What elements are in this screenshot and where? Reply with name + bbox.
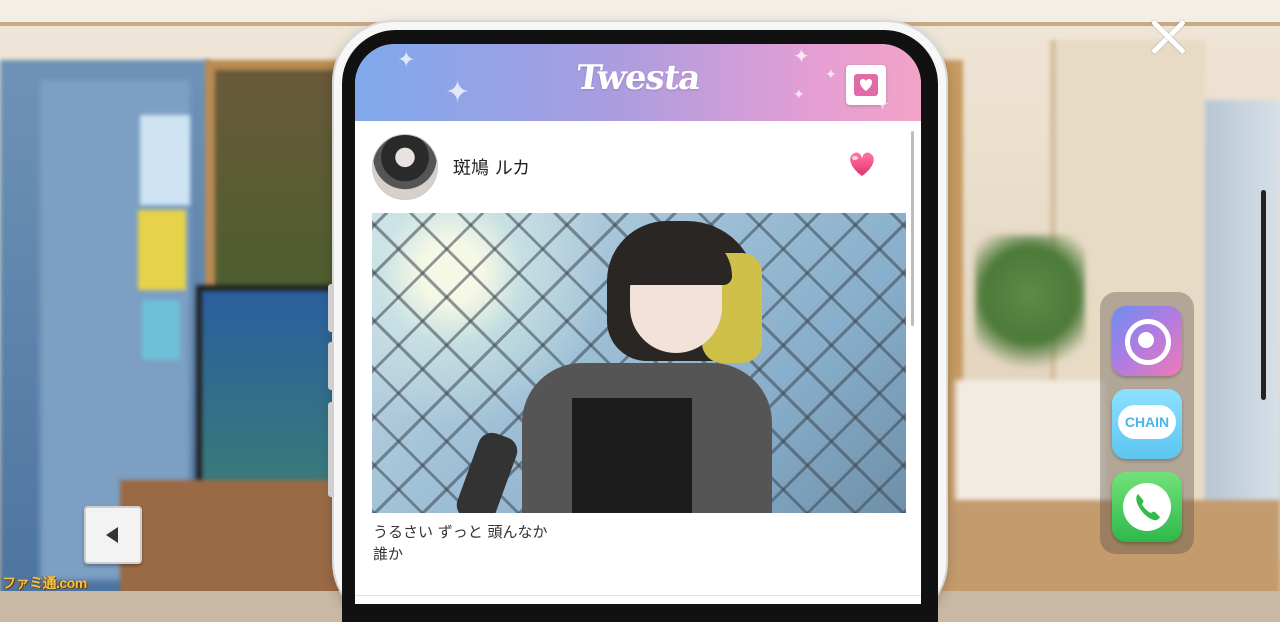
post-caption: うるさい ずっと 頭んなか 誰か [373, 521, 548, 565]
chat-bubble-icon: CHAIN [1118, 405, 1176, 439]
caption-line: うるさい ずっと 頭んなか [373, 523, 548, 541]
heart-icon [848, 151, 876, 178]
triangle-left-icon [106, 527, 118, 543]
camera-app-button[interactable] [1112, 306, 1182, 376]
chain-app-button[interactable]: CHAIN [1112, 389, 1182, 459]
post-photo[interactable] [372, 213, 906, 513]
back-button[interactable] [84, 506, 142, 564]
favorites-button[interactable] [846, 65, 886, 105]
heart-icon [854, 74, 878, 96]
post-divider [355, 595, 921, 596]
app-dock: CHAIN [1100, 292, 1194, 554]
avatar[interactable] [372, 134, 438, 200]
caption-line: 誰か [373, 545, 404, 563]
close-icon[interactable] [1146, 15, 1190, 59]
phone-icon [1123, 483, 1171, 531]
app-header: ✦ ✦ ✦ ✦ ✦ ✦ Twesta [355, 44, 921, 121]
phone-app-button[interactable] [1112, 472, 1182, 542]
app-logo: Twesta [573, 58, 703, 98]
smartphone-frame: ✦ ✦ ✦ ✦ ✦ ✦ Twesta 斑鳩 ルカ [328, 22, 946, 622]
watermark-logo: ファミ通.com [2, 575, 87, 591]
phone-screen: ✦ ✦ ✦ ✦ ✦ ✦ Twesta 斑鳩 ルカ [355, 44, 921, 604]
post-username[interactable]: 斑鳩 ルカ [453, 154, 530, 180]
post-card: 斑鳩 ルカ うるさい ずっと 頭んなか 誰か [355, 121, 921, 604]
like-button[interactable] [845, 149, 879, 183]
scroll-indicator [1261, 190, 1266, 400]
feed-scrollbar[interactable] [911, 131, 914, 326]
